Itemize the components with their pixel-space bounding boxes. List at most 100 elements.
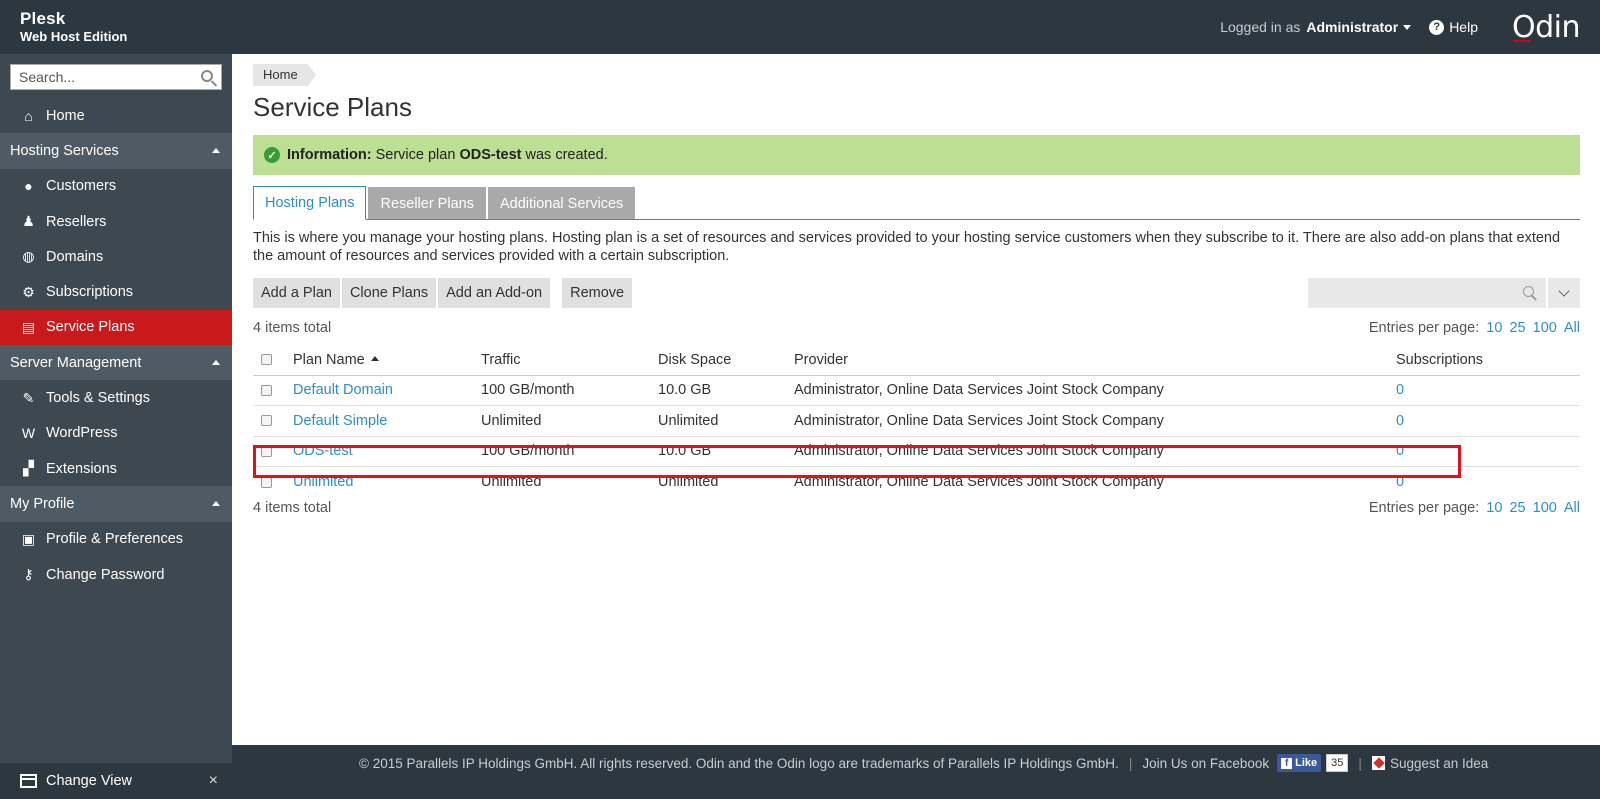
brand-edition: Web Host Edition bbox=[20, 29, 128, 44]
sidebar-item-domains[interactable]: ◍ Domains bbox=[0, 239, 232, 274]
sidebar-item-profile-preferences[interactable]: ▣ Profile & Preferences bbox=[0, 522, 232, 557]
row-checkbox[interactable] bbox=[261, 445, 272, 457]
row-checkbox[interactable] bbox=[261, 476, 272, 488]
brand-logo[interactable]: Plesk Web Host Edition bbox=[20, 10, 127, 43]
subscriptions-link[interactable]: 0 bbox=[1396, 443, 1404, 459]
subscriptions-link[interactable]: 0 bbox=[1396, 413, 1404, 429]
sidebar-item-extensions[interactable]: ▞ Extensions bbox=[0, 451, 232, 486]
sidebar: ⌂ Home Hosting Services ● Customers ♟ Reseller… bbox=[0, 54, 232, 799]
provider-cell: Administrator, Online Data Services Join… bbox=[794, 405, 1396, 437]
join-facebook-link[interactable]: Join Us on Facebook bbox=[1142, 756, 1269, 771]
entries-per-page-top: Entries per page: 10 25 100 All bbox=[1369, 320, 1580, 336]
sidebar-item-wordpress[interactable]: W WordPress bbox=[0, 416, 232, 451]
nav-group-label: Server Management bbox=[10, 354, 142, 371]
add-addon-button[interactable]: Add an Add-on bbox=[438, 278, 551, 308]
search-icon[interactable] bbox=[1523, 286, 1534, 297]
sidebar-item-subscriptions[interactable]: ⚙ Subscriptions bbox=[0, 274, 232, 309]
info-label: Information: bbox=[287, 147, 372, 163]
change-view-label: Change View bbox=[46, 773, 132, 789]
entries-per-page-bottom: Entries per page: 10 25 100 All bbox=[1369, 500, 1580, 516]
globe-icon: ◍ bbox=[22, 248, 35, 265]
entries-100[interactable]: 100 bbox=[1533, 320, 1557, 336]
wordpress-icon: W bbox=[21, 425, 36, 442]
sort-up-icon bbox=[370, 356, 379, 362]
subscriptions-link[interactable]: 0 bbox=[1396, 382, 1404, 398]
change-view-button[interactable]: Change View × bbox=[0, 763, 232, 799]
plan-name-link[interactable]: ODS-test bbox=[293, 443, 353, 459]
entries-all[interactable]: All bbox=[1564, 500, 1580, 516]
entries-25[interactable]: 25 bbox=[1509, 320, 1525, 336]
facebook-like-button[interactable]: f Like bbox=[1277, 754, 1322, 772]
entries-25[interactable]: 25 bbox=[1509, 500, 1525, 516]
sidebar-item-tools-settings[interactable]: ✎ Tools & Settings bbox=[0, 380, 232, 415]
user-name: Administrator bbox=[1306, 19, 1399, 35]
plan-tabs: Hosting Plans Reseller Plans Additional … bbox=[253, 186, 1580, 220]
entries-all[interactable]: All bbox=[1564, 320, 1580, 336]
select-all-checkbox[interactable] bbox=[261, 354, 272, 366]
top-header: Plesk Web Host Edition Logged in as Admi… bbox=[0, 0, 1600, 54]
blocks-icon: ▞ bbox=[23, 460, 34, 477]
search-input[interactable] bbox=[11, 65, 191, 89]
sidebar-item-label: Profile & Preferences bbox=[46, 531, 184, 548]
collapse-icon[interactable] bbox=[212, 501, 220, 507]
plan-name-link[interactable]: Default Simple bbox=[293, 413, 387, 429]
sidebar-item-home[interactable]: ⌂ Home bbox=[0, 98, 232, 133]
plan-name-link[interactable]: Unlimited bbox=[293, 474, 353, 490]
disk-space-cell: Unlimited bbox=[658, 474, 719, 490]
footer: © 2015 Parallels IP Holdings GmbH. All r… bbox=[232, 745, 1600, 799]
row-checkbox[interactable] bbox=[261, 384, 272, 396]
entries-10[interactable]: 10 bbox=[1486, 320, 1502, 336]
row-checkbox[interactable] bbox=[261, 415, 272, 427]
column-provider[interactable]: Provider bbox=[794, 345, 1396, 376]
column-plan-name[interactable]: Plan Name bbox=[293, 345, 481, 376]
tab-reseller-plans[interactable]: Reseller Plans bbox=[368, 187, 486, 219]
facebook-icon: f bbox=[1281, 757, 1293, 769]
remove-button[interactable]: Remove bbox=[562, 278, 633, 308]
facebook-like-widget[interactable]: f Like 35 bbox=[1277, 754, 1349, 772]
column-disk-space[interactable]: Disk Space bbox=[658, 345, 794, 376]
search-icon[interactable] bbox=[201, 70, 213, 82]
table-row: ODS-test 100 GB/month 10.0 GB Administrator… bbox=[253, 436, 1580, 467]
reseller-icon: ♟ bbox=[22, 213, 35, 230]
clone-plans-button[interactable]: Clone Plans bbox=[341, 278, 437, 308]
add-plan-button[interactable]: Add a Plan bbox=[253, 278, 340, 308]
collapse-icon[interactable] bbox=[212, 360, 220, 366]
tab-additional-services[interactable]: Additional Services bbox=[487, 187, 636, 219]
help-button[interactable]: ? Help bbox=[1429, 19, 1478, 35]
help-label: Help bbox=[1449, 19, 1478, 35]
main-content: Home Service Plans ✓ Information: Servic… bbox=[232, 54, 1600, 745]
sidebar-item-resellers[interactable]: ♟ Resellers bbox=[0, 204, 232, 239]
close-icon[interactable]: × bbox=[209, 772, 218, 790]
table-row: Default Domain 100 GB/month 10.0 GB Adminis… bbox=[253, 375, 1580, 406]
tools-icon: ✎ bbox=[22, 389, 35, 406]
suggest-idea-link[interactable]: Suggest an Idea bbox=[1390, 756, 1488, 771]
provider-cell: Administrator, Online Data Services Join… bbox=[794, 474, 1164, 490]
nav-group-server-management[interactable]: Server Management bbox=[0, 345, 232, 381]
chevron-down-icon bbox=[1558, 285, 1570, 297]
sidebar-item-label: Extensions bbox=[46, 460, 117, 477]
sidebar-item-change-password[interactable]: ⚷ Change Password bbox=[0, 557, 232, 592]
user-menu[interactable]: Administrator bbox=[1306, 19, 1412, 35]
info-plan: ODS-test bbox=[459, 147, 522, 163]
column-traffic[interactable]: Traffic bbox=[481, 345, 658, 376]
info-message: ✓ Information: Service plan ODS-test was… bbox=[253, 135, 1580, 175]
entries-100[interactable]: 100 bbox=[1533, 500, 1557, 516]
collapse-icon[interactable] bbox=[212, 148, 220, 154]
nav-group-label: My Profile bbox=[10, 495, 75, 512]
plan-name-link[interactable]: Default Domain bbox=[293, 382, 393, 398]
subscriptions-link[interactable]: 0 bbox=[1396, 474, 1404, 490]
entries-10[interactable]: 10 bbox=[1486, 500, 1502, 516]
nav-group-my-profile[interactable]: My Profile bbox=[0, 486, 232, 522]
provider-cell: Administrator, Online Data Services Join… bbox=[794, 375, 1396, 406]
brand-name: Plesk bbox=[20, 9, 66, 28]
sidebar-item-service-plans[interactable]: ▤ Service Plans bbox=[0, 309, 232, 346]
sidebar-item-customers[interactable]: ● Customers bbox=[0, 169, 232, 204]
list-search-input[interactable] bbox=[1308, 278, 1546, 308]
tab-hosting-plans[interactable]: Hosting Plans bbox=[253, 186, 367, 220]
column-subscriptions[interactable]: Subscriptions bbox=[1396, 345, 1580, 376]
breadcrumb-home[interactable]: Home bbox=[253, 64, 316, 86]
nav-group-hosting-services[interactable]: Hosting Services bbox=[0, 133, 232, 169]
entries-label: Entries per page: bbox=[1368, 320, 1480, 336]
info-text-2: was created. bbox=[525, 147, 608, 163]
search-options-button[interactable] bbox=[1548, 278, 1580, 308]
